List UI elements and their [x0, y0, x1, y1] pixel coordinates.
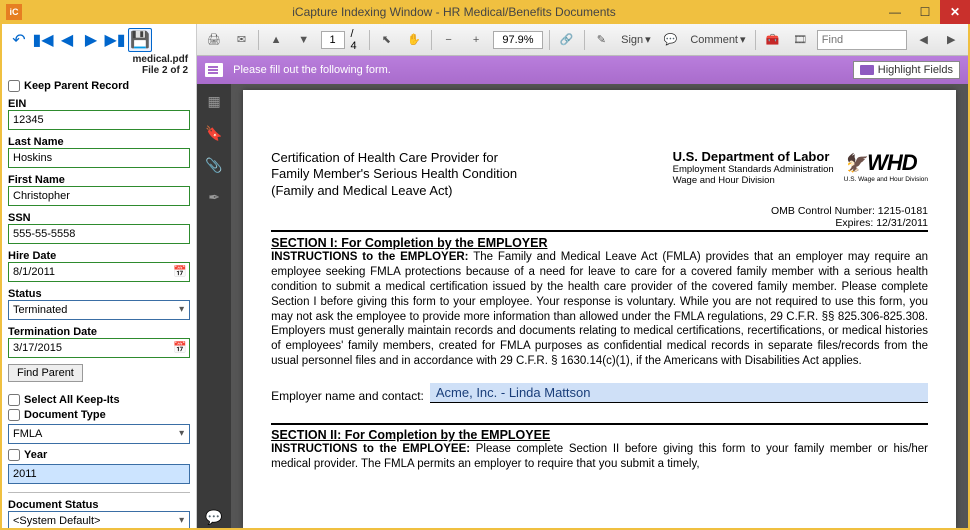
page-up-icon[interactable]: ▲ [265, 29, 287, 51]
doc-dept: U.S. Department of Labor Employment Stan… [673, 150, 834, 187]
window-minimize-button[interactable]: — [880, 0, 910, 24]
nav-next-button[interactable]: ▶ [80, 29, 102, 51]
doc-section1-title: SECTION I: For Completion by the EMPLOYE… [271, 236, 928, 250]
zoom-out-icon[interactable]: − [438, 29, 460, 51]
select-tool-icon[interactable]: ⬉ [376, 29, 398, 51]
status-select[interactable] [8, 300, 190, 320]
share-icon[interactable]: 🔗 [556, 29, 578, 51]
email-icon[interactable]: ✉ [231, 29, 253, 51]
select-all-keepits-checkbox[interactable] [8, 394, 20, 406]
thumbnails-icon[interactable]: ▦ [203, 90, 225, 112]
year-label: Year [24, 449, 47, 461]
form-icon [205, 63, 223, 77]
lastname-label: Last Name [8, 136, 190, 148]
comment-bubble-icon[interactable]: 💬 [660, 29, 682, 51]
index-panel: ↶ ▮◀ ◀ ▶ ▶▮ 💾 medical.pdf File 2 of 2 Ke… [2, 24, 197, 528]
signatures-icon[interactable]: ✒ [203, 186, 225, 208]
nav-save-button[interactable]: 💾 [128, 28, 152, 52]
docstatus-label: Document Status [8, 499, 190, 511]
nav-back-button[interactable]: ↶ [8, 29, 30, 51]
doc-instructions-employer: INSTRUCTIONS to the EMPLOYER: The Family… [271, 250, 928, 370]
pdf-sidebar: ▦ 🔖 📎 ✒ 💬 [197, 84, 231, 528]
hand-tool-icon[interactable]: ✋ [403, 29, 425, 51]
bookmarks-icon[interactable]: 🔖 [203, 122, 225, 144]
zoom-in-icon[interactable]: + [465, 29, 487, 51]
form-message-bar: Please fill out the following form. High… [197, 56, 968, 84]
doctype-label: Document Type [24, 409, 106, 421]
pdf-area: ▦ 🔖 📎 ✒ 💬 Certification of Health Care P… [197, 84, 968, 528]
nav-prev-button[interactable]: ◀ [56, 29, 78, 51]
select-all-keepits-label: Select All Keep-Its [24, 394, 120, 406]
pdf-page: Certification of Health Care Provider fo… [243, 90, 956, 528]
print-icon[interactable]: 🖨 [203, 29, 225, 51]
doc-employer-contact-row: Employer name and contact: Acme, Inc. - … [271, 383, 928, 403]
docstatus-select[interactable] [8, 511, 190, 528]
page-number-input[interactable] [321, 31, 345, 49]
separator [8, 492, 190, 493]
comment-button[interactable]: Comment ▾ [687, 33, 748, 46]
doctype-keepit-checkbox[interactable] [8, 409, 20, 421]
file-count: File 2 of 2 [8, 65, 188, 76]
ein-label: EIN [8, 98, 190, 110]
find-parent-button[interactable]: Find Parent [8, 364, 83, 382]
status-label: Status [8, 288, 190, 300]
pdf-toolbar: 🖨 ✉ ▲ ▼ / 4 ⬉ ✋ − + 🔗 ✎ Sign ▾ 💬 Comment… [197, 24, 968, 56]
highlight-icon [860, 65, 874, 75]
window-titlebar: iC iCapture Indexing Window - HR Medical… [0, 0, 970, 24]
sign-button[interactable]: Sign ▾ [618, 33, 654, 46]
attachments-icon[interactable]: 📎 [203, 154, 225, 176]
doc-section2-title: SECTION II: For Completion by the EMPLOY… [271, 428, 928, 442]
lastname-input[interactable] [8, 148, 190, 168]
hiredate-label: Hire Date [8, 250, 190, 262]
highlight-fields-button[interactable]: Highlight Fields [853, 61, 960, 79]
window-title: iCapture Indexing Window - HR Medical/Be… [28, 5, 880, 19]
nav-buttons: ↶ ▮◀ ◀ ▶ ▶▮ 💾 [8, 28, 190, 52]
find-input[interactable] [817, 30, 907, 50]
comments-panel-icon[interactable]: 💬 [203, 506, 225, 528]
termdate-input[interactable] [8, 338, 190, 358]
doc-instructions-employee: INSTRUCTIONS to the EMPLOYEE: Please com… [271, 442, 928, 472]
doc-omb: OMB Control Number: 1215-0181 Expires: 1… [271, 205, 928, 232]
employer-contact-field[interactable]: Acme, Inc. - Linda Mattson [430, 383, 928, 403]
termdate-label: Termination Date [8, 326, 190, 338]
window-close-button[interactable]: ✕ [940, 0, 970, 24]
whd-logo: 🦅WHD U.S. Wage and Hour Division [844, 150, 928, 187]
doctype-select[interactable] [8, 424, 190, 444]
file-name: medical.pdf [8, 54, 188, 65]
page-down-icon[interactable]: ▼ [293, 29, 315, 51]
zoom-input[interactable] [493, 31, 543, 49]
app-icon: iC [6, 4, 22, 20]
ssn-label: SSN [8, 212, 190, 224]
form-message: Please fill out the following form. [233, 64, 391, 76]
page-total: / 4 [351, 28, 363, 52]
keep-parent-label: Keep Parent Record [24, 80, 129, 92]
year-keepit-checkbox[interactable] [8, 449, 20, 461]
firstname-input[interactable] [8, 186, 190, 206]
doc-cert-title: Certification of Health Care Provider fo… [271, 150, 517, 199]
nav-last-button[interactable]: ▶▮ [104, 29, 126, 51]
hiredate-input[interactable] [8, 262, 190, 282]
toolbox-icon[interactable]: 🧰 [762, 29, 784, 51]
find-next-icon[interactable]: ▶ [940, 29, 962, 51]
sign-pen-icon[interactable]: ✎ [591, 29, 613, 51]
file-info: medical.pdf File 2 of 2 [8, 54, 190, 76]
ein-input[interactable] [8, 110, 190, 130]
find-prev-icon[interactable]: ◀ [913, 29, 935, 51]
firstname-label: First Name [8, 174, 190, 186]
pdf-page-wrap[interactable]: Certification of Health Care Provider fo… [231, 84, 968, 528]
document-viewer: 🖨 ✉ ▲ ▼ / 4 ⬉ ✋ − + 🔗 ✎ Sign ▾ 💬 Comment… [197, 24, 968, 528]
employer-contact-label: Employer name and contact: [271, 389, 424, 403]
year-input[interactable] [8, 464, 190, 484]
nav-first-button[interactable]: ▮◀ [32, 29, 54, 51]
window-maximize-button[interactable]: ☐ [910, 0, 940, 24]
multimedia-icon[interactable]: 🎞 [789, 29, 811, 51]
ssn-input[interactable] [8, 224, 190, 244]
keep-parent-checkbox[interactable] [8, 80, 20, 92]
